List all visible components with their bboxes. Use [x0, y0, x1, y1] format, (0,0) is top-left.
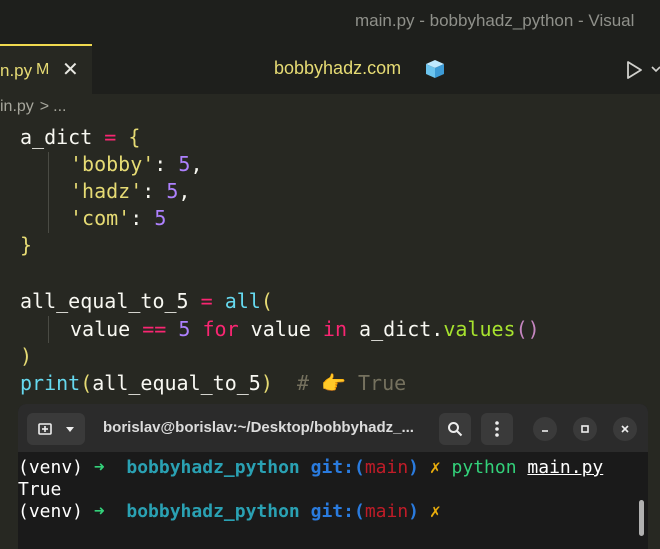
new-terminal-tab-icon[interactable]: [36, 420, 56, 438]
terminal-window[interactable]: borislav@borislav:~/Desktop/bobbyhadz_..…: [18, 404, 648, 549]
terminal-output[interactable]: (venv) ➜ bobbyhadz_python git:(main) ✗ p…: [18, 452, 648, 549]
indent-guide: [48, 316, 49, 343]
code-line-3: 'hadz': 5,: [70, 179, 191, 203]
terminal-line-2: True: [18, 479, 62, 500]
breadcrumb-separator: >: [39, 98, 50, 115]
breadcrumb-file[interactable]: in.py: [0, 98, 34, 115]
minimize-button[interactable]: [533, 417, 557, 441]
chevron-down-icon[interactable]: [64, 424, 76, 434]
close-icon[interactable]: ✕: [62, 59, 79, 79]
terminal-scrollbar[interactable]: [639, 500, 644, 536]
menu-button[interactable]: [481, 413, 513, 445]
new-tab-group: [27, 413, 85, 445]
breadcrumb[interactable]: in.py >...: [0, 98, 66, 116]
indent-guide: [48, 152, 49, 233]
play-icon[interactable]: [625, 60, 643, 80]
code-line-8: value == 5 for value in a_dict.values(): [70, 317, 540, 341]
code-line-7: all_equal_to_5 = all(: [20, 289, 273, 313]
search-icon: [448, 422, 463, 437]
tab-label: n.py: [0, 61, 33, 80]
chevron-down-icon[interactable]: [650, 64, 660, 74]
maximize-icon: [581, 425, 589, 433]
code-line-4: 'com': 5: [70, 206, 167, 230]
cube-icon: [426, 60, 444, 78]
terminal-header: borislav@borislav:~/Desktop/bobbyhadz_..…: [18, 404, 648, 452]
code-editor[interactable]: a_dict = { 'bobby': 5, 'hadz': 5, 'com':…: [0, 122, 660, 402]
code-line-10: print(all_equal_to_5) # 👉 True: [20, 371, 407, 395]
pointing-hand-emoji: 👉: [321, 371, 346, 395]
tab-main-py[interactable]: n.py M ✕: [0, 44, 92, 94]
maximize-button[interactable]: [573, 417, 597, 441]
more-vertical-icon: [495, 421, 499, 437]
window-title: main.py - bobbyhadz_python - Visual: [355, 11, 635, 30]
center-label: bobbyhadz.com: [274, 58, 402, 78]
terminal-line-3: (venv) ➜ bobbyhadz_python git:(main) ✗: [18, 501, 441, 522]
code-line-5: }: [20, 233, 33, 257]
title-bar: main.py - bobbyhadz_python - Visual: [0, 0, 660, 44]
search-button[interactable]: [439, 413, 471, 445]
code-line-9: ): [20, 344, 33, 368]
code-line-2: 'bobby': 5,: [70, 152, 203, 176]
code-line-1: a_dict = {: [20, 125, 141, 149]
modified-indicator: M: [36, 61, 50, 78]
minimize-icon: [542, 430, 548, 432]
terminal-line-1: (venv) ➜ bobbyhadz_python git:(main) ✗ p…: [18, 457, 604, 478]
terminal-title: borislav@borislav:~/Desktop/bobbyhadz_..…: [103, 419, 414, 436]
close-button[interactable]: [613, 417, 637, 441]
close-icon: [621, 425, 629, 433]
tab-bar: n.py M ✕ bobbyhadz.com: [0, 44, 660, 94]
breadcrumb-more[interactable]: ...: [53, 98, 66, 115]
